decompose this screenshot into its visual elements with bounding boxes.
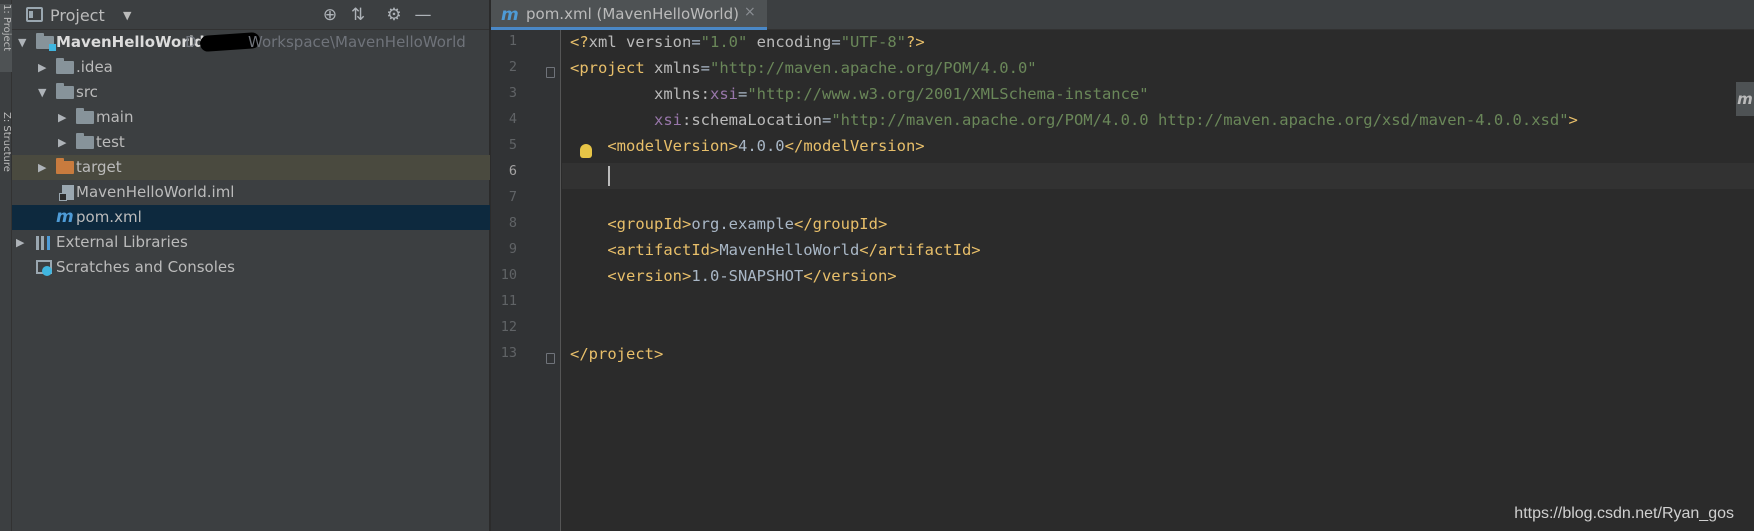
code-line-13: </project> (570, 345, 664, 363)
code-line-1: <?xml version="1.0" encoding="UTF-8"?> (570, 33, 925, 51)
code-line-3: xmlns:xsi="http://www.w3.org/2001/XMLSch… (654, 85, 1149, 103)
tree-item-pom[interactable]: m pom.xml (12, 205, 490, 230)
fold-marker-icon[interactable] (546, 353, 555, 364)
tree-item-label: External Libraries (56, 233, 188, 251)
chevron-right-icon[interactable]: ▶ (38, 155, 46, 180)
chevron-down-icon[interactable]: ▼ (123, 9, 131, 22)
tree-item-label: test (96, 133, 125, 151)
gear-icon[interactable]: ⚙ (383, 4, 405, 26)
project-panel-header: Project ▼ ⊕ ⇅ ⚙ — (12, 0, 489, 30)
watermark: https://blog.csdn.net/Ryan_gos (1514, 505, 1734, 522)
tree-item-src[interactable]: ▼ src (12, 80, 490, 105)
tree-item-label: src (76, 83, 98, 101)
current-line-highlight (562, 163, 1754, 189)
project-view-icon (26, 7, 43, 22)
library-icon (36, 236, 53, 250)
code-line-9: <artifactId>MavenHelloWorld</artifactId> (607, 241, 981, 259)
line-number: 12 (500, 319, 517, 335)
tree-item-external-libraries[interactable]: ▶ External Libraries (12, 230, 490, 255)
tree-item-root[interactable]: ▼ MavenHelloWorld D Workspace\MavenHello… (12, 30, 490, 55)
tree-item-path: D (185, 33, 197, 51)
line-number: 13 (500, 345, 517, 361)
tab-label: pom.xml (MavenHelloWorld) (526, 5, 739, 23)
tree-item-target[interactable]: ▶ target (12, 155, 490, 180)
maven-icon: m (501, 5, 519, 25)
code-editor[interactable]: <?xml version="1.0" encoding="UTF-8"?> <… (562, 30, 1754, 531)
code-line-10: <version>1.0-SNAPSHOT</version> (607, 267, 897, 285)
tree-item-idea[interactable]: ▶ .idea (12, 55, 490, 80)
code-line-2: <project xmlns="http://maven.apache.org/… (570, 59, 1037, 77)
tree-item-main[interactable]: ▶ main (12, 105, 490, 130)
locate-icon[interactable]: ⊕ (319, 4, 341, 26)
close-icon[interactable]: × (744, 4, 756, 20)
chevron-right-icon[interactable]: ▶ (58, 130, 66, 155)
line-number: 6 (508, 163, 517, 179)
tab-pom-xml[interactable]: m pom.xml (MavenHelloWorld) × (491, 0, 767, 30)
tree-item-label: .idea (76, 58, 113, 76)
line-number: 9 (508, 241, 517, 257)
tree-item-label: MavenHelloWorld (56, 33, 205, 51)
chevron-right-icon[interactable]: ▶ (38, 55, 46, 80)
text-caret (608, 166, 610, 186)
module-file-icon (59, 185, 74, 201)
tree-item-test[interactable]: ▶ test (12, 130, 490, 155)
folder-icon (76, 108, 94, 124)
project-tree: ▼ MavenHelloWorld D Workspace\MavenHello… (12, 30, 490, 280)
code-line-5: <modelVersion>4.0.0</modelVersion> (607, 137, 925, 155)
excluded-folder-icon (56, 158, 74, 174)
line-number: 5 (508, 137, 517, 153)
project-panel: Project ▼ ⊕ ⇅ ⚙ — ▼ MavenHelloWorld D Wo… (12, 0, 490, 531)
tree-item-label: main (96, 108, 134, 126)
tool-tab-structure[interactable]: Z: Structure (0, 112, 12, 202)
tree-item-iml[interactable]: MavenHelloWorld.iml (12, 180, 490, 205)
chevron-down-icon[interactable]: ▼ (18, 30, 26, 55)
line-number: 11 (500, 293, 517, 309)
collapse-all-icon[interactable]: ⇅ (347, 4, 369, 26)
scratches-icon (36, 260, 52, 276)
code-line-8: <groupId>org.example</groupId> (607, 215, 888, 233)
line-number-gutter: 1 2 3 4 5 6 7 8 9 10 11 12 13 (491, 30, 561, 531)
line-number: 4 (508, 111, 517, 127)
tree-item-path: Workspace\MavenHelloWorld (248, 33, 466, 51)
maven-icon: m (56, 207, 74, 227)
code-line-4: xsi:schemaLocation="http://maven.apache.… (654, 111, 1578, 129)
line-number: 8 (508, 215, 517, 231)
line-number: 2 (508, 59, 517, 75)
project-panel-title[interactable]: Project (50, 6, 105, 25)
line-number: 7 (508, 189, 517, 205)
chevron-right-icon[interactable]: ▶ (16, 230, 24, 255)
maven-tool-tab[interactable]: m (1736, 82, 1754, 116)
line-number: 3 (508, 85, 517, 101)
line-number: 1 (508, 33, 517, 49)
editor-tab-bar: m pom.xml (MavenHelloWorld) × (491, 0, 1754, 30)
chevron-down-icon[interactable]: ▼ (38, 80, 46, 105)
left-tool-strip: 1: Project Z: Structure (0, 0, 12, 531)
tree-item-label: Scratches and Consoles (56, 258, 235, 276)
tree-item-label: target (76, 158, 122, 176)
folder-icon (56, 58, 74, 74)
tree-item-label: MavenHelloWorld.iml (76, 183, 235, 201)
module-folder-icon (36, 33, 56, 51)
fold-marker-icon[interactable] (546, 67, 555, 78)
folder-icon (76, 133, 94, 149)
tree-item-label: pom.xml (76, 208, 142, 226)
hide-icon[interactable]: — (412, 4, 434, 26)
tool-tab-project[interactable]: 1: Project (0, 4, 12, 72)
folder-icon (56, 83, 74, 99)
line-number: 10 (500, 267, 517, 283)
chevron-right-icon[interactable]: ▶ (58, 105, 66, 130)
tree-item-scratches[interactable]: Scratches and Consoles (12, 255, 490, 280)
